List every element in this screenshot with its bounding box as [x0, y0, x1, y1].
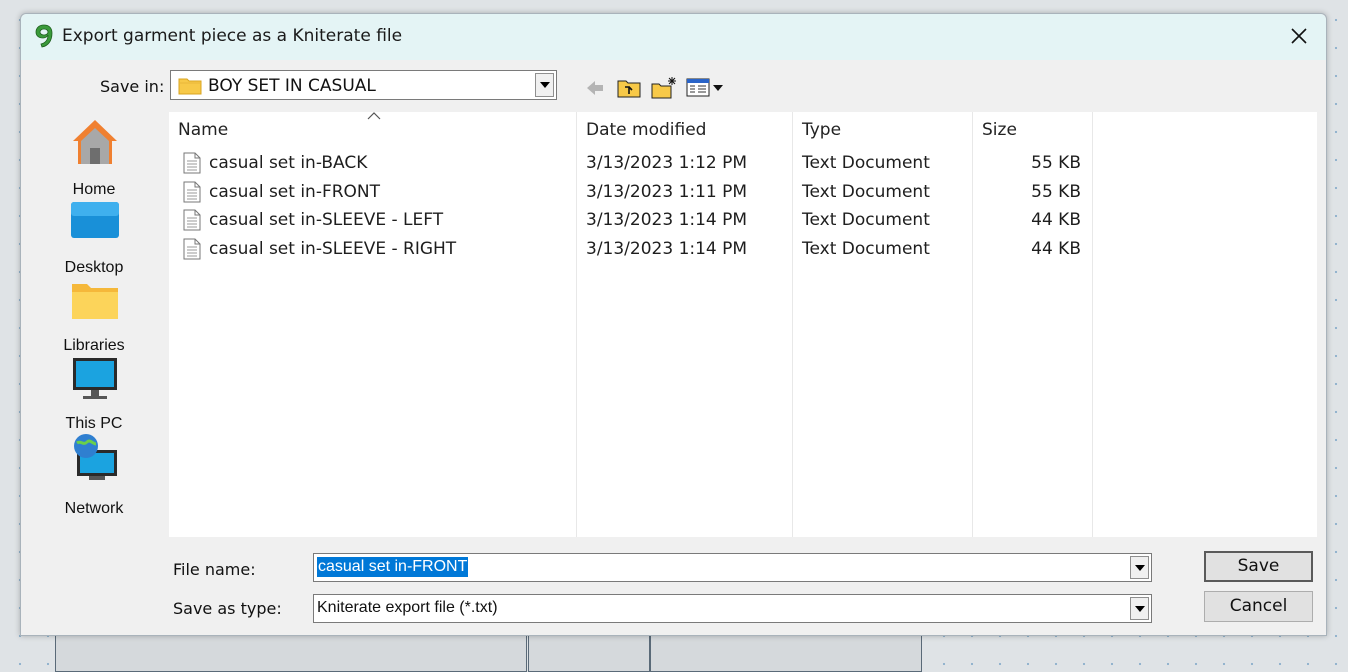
desktop-icon [71, 202, 119, 238]
text-document-icon [183, 209, 201, 231]
file-type: Text Document [802, 153, 930, 173]
file-row[interactable]: casual set in-BACK 3/13/2023 1:12 PM Tex… [169, 149, 1317, 177]
network-icon [74, 434, 117, 480]
file-type: Text Document [802, 239, 930, 259]
column-header-label: Date modified [586, 120, 707, 140]
place-label: Libraries [63, 337, 125, 354]
file-type: Text Document [802, 210, 930, 230]
chevron-down-icon[interactable] [1130, 556, 1149, 579]
save-as-type-select[interactable]: Kniterate export file (*.txt) [313, 594, 1152, 623]
file-name-input[interactable]: casual set in-FRONT [313, 553, 1152, 582]
up-folder-icon[interactable] [616, 76, 642, 100]
column-header-type[interactable]: Type [793, 112, 972, 146]
text-document-icon [183, 181, 201, 203]
file-date: 3/13/2023 1:14 PM [586, 239, 748, 259]
file-row[interactable]: casual set in-SLEEVE - LEFT 3/13/2023 1:… [169, 206, 1317, 234]
place-label: Network [64, 500, 124, 517]
place-libraries[interactable]: Libraries [38, 277, 150, 355]
place-network[interactable]: Network [38, 432, 150, 517]
column-header-label: Type [802, 120, 842, 140]
save-in-dropdown[interactable]: BOY SET IN CASUAL [170, 70, 557, 100]
cancel-button[interactable]: Cancel [1204, 591, 1313, 622]
file-size: 55 KB [1031, 153, 1081, 173]
file-size: 44 KB [1031, 239, 1081, 259]
file-size: 55 KB [1031, 182, 1081, 202]
home-icon [73, 120, 117, 164]
column-header-name[interactable]: Name [169, 112, 576, 146]
file-list[interactable]: Name Date modified Type Size casual set … [169, 112, 1317, 537]
file-name-label: File name: [173, 560, 256, 579]
place-desktop[interactable]: Desktop [38, 199, 150, 277]
file-name: casual set in-SLEEVE - LEFT [209, 210, 444, 230]
file-name-value: casual set in-FRONT [317, 557, 469, 577]
place-label: This PC [65, 415, 123, 432]
window-title: Export garment piece as a Kniterate file [62, 26, 403, 46]
save-in-label: Save in: [100, 77, 165, 96]
file-name: casual set in-BACK [209, 153, 368, 173]
place-home[interactable]: Home [38, 114, 150, 198]
file-row[interactable]: casual set in-SLEEVE - RIGHT 3/13/2023 1… [169, 235, 1317, 263]
file-row[interactable]: casual set in-FRONT 3/13/2023 1:11 PM Te… [169, 178, 1317, 206]
save-as-type-label: Save as type: [173, 599, 282, 618]
chevron-down-icon[interactable] [535, 73, 554, 97]
new-folder-icon[interactable] [650, 76, 678, 100]
chevron-down-icon[interactable] [1130, 597, 1149, 620]
back-arrow-icon[interactable] [584, 76, 606, 100]
column-header-size[interactable]: Size [973, 112, 1092, 146]
file-date: 3/13/2023 1:11 PM [586, 182, 748, 202]
save-button[interactable]: Save [1204, 551, 1313, 582]
column-header-label: Size [982, 120, 1017, 140]
file-date: 3/13/2023 1:14 PM [586, 210, 748, 230]
close-icon[interactable] [1286, 23, 1312, 49]
libraries-icon [72, 284, 118, 319]
place-label: Desktop [64, 259, 124, 276]
save-as-type-value: Kniterate export file (*.txt) [317, 599, 498, 616]
text-document-icon [183, 238, 201, 260]
file-date: 3/13/2023 1:12 PM [586, 153, 748, 173]
file-name: casual set in-FRONT [209, 182, 381, 202]
folder-icon [178, 78, 202, 95]
file-size: 44 KB [1031, 210, 1081, 230]
file-type: Text Document [802, 182, 930, 202]
column-header-date[interactable]: Date modified [577, 112, 792, 146]
place-label: Home [72, 181, 116, 198]
file-name: casual set in-SLEEVE - RIGHT [209, 239, 457, 259]
app-logo-icon [35, 24, 53, 48]
view-menu-icon[interactable] [686, 76, 726, 100]
text-document-icon [183, 152, 201, 174]
place-this-pc[interactable]: This PC [38, 355, 150, 433]
this-pc-icon [73, 358, 117, 399]
title-bar: Export garment piece as a Kniterate file [21, 14, 1326, 60]
save-in-value: BOY SET IN CASUAL [208, 76, 376, 96]
column-header-label: Name [178, 120, 229, 140]
export-dialog: Export garment piece as a Kniterate file… [20, 13, 1327, 636]
